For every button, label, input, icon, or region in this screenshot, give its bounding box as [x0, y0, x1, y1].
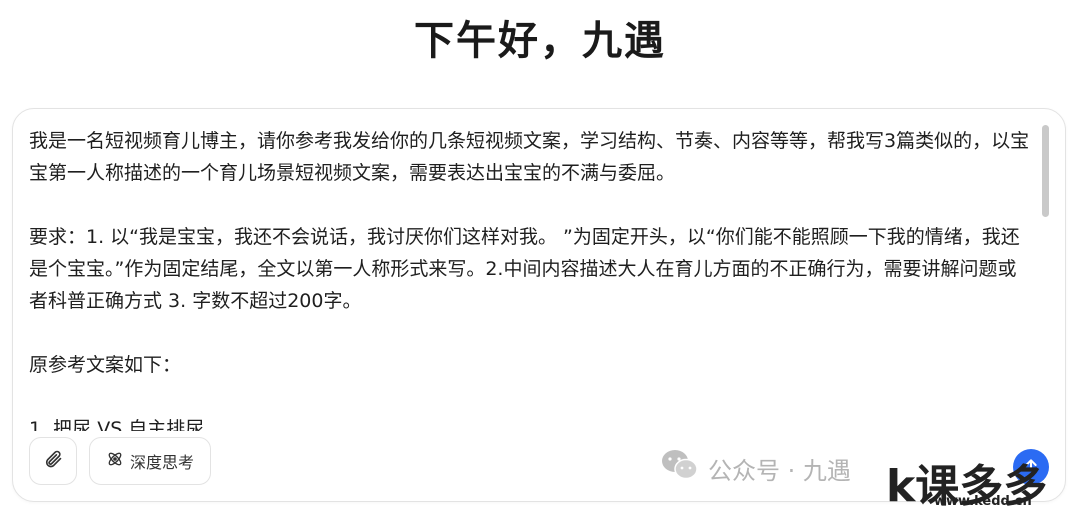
wechat-watermark: 公众号 · 九遇: [660, 448, 851, 488]
prompt-paragraph: 要求：1. 以“我是宝宝，我还不会说话，我讨厌你们这样对我。 ”为固定开头，以“…: [29, 226, 1020, 312]
prompt-input[interactable]: 我是一名短视频育儿博主，请你参考我发给你的几条短视频文案，学习结构、节奏、内容等…: [29, 125, 1033, 431]
wechat-icon: [660, 448, 700, 488]
prompt-scrollbar[interactable]: [1042, 125, 1049, 217]
logo-domain: www.kedd.cn: [934, 494, 1032, 509]
greeting-title: 下午好，九遇: [414, 18, 666, 64]
prompt-composer: 我是一名短视频育儿博主，请你参考我发给你的几条短视频文案，学习结构、节奏、内容等…: [12, 108, 1066, 502]
atom-icon: [106, 450, 124, 472]
watermark-text: 公众号 · 九遇: [708, 456, 851, 485]
prompt-paragraph: 我是一名短视频育儿博主，请你参考我发给你的几条短视频文案，学习结构、节奏、内容等…: [29, 130, 1030, 184]
deep-think-label: 深度思考: [130, 453, 195, 472]
prompt-paragraph: 原参考文案如下：: [29, 354, 182, 376]
prompt-paragraph: 1. 把尿 VS 自主排尿: [29, 418, 205, 431]
composer-toolbar: 深度思考: [29, 437, 212, 485]
chat-home: 下午好，九遇 我是一名短视频育儿博主，请你参考我发给你的几条短视频文案，学习结构…: [0, 0, 1080, 512]
attach-button[interactable]: [29, 437, 77, 485]
deep-think-button[interactable]: 深度思考: [89, 437, 212, 485]
paperclip-icon: [43, 449, 63, 473]
kedd-logo: k课多多 www.kedd.cn: [886, 450, 1080, 512]
